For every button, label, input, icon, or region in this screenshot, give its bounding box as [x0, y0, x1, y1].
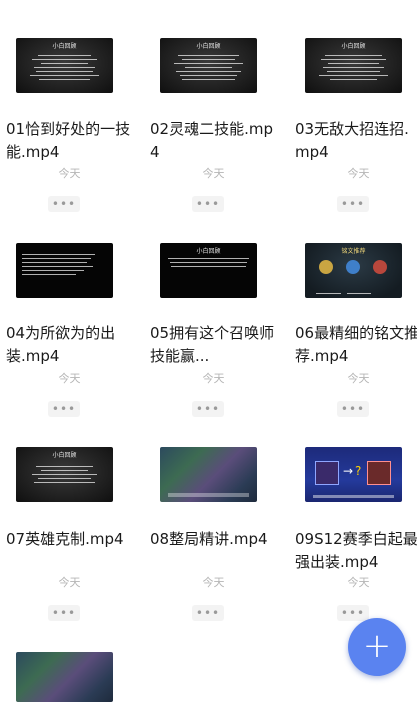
- file-tile[interactable]: 08整局精讲.mp4 今天 •••: [144, 0, 283, 625]
- video-thumbnail[interactable]: → ?: [305, 447, 402, 502]
- file-name: 08整局精讲.mp4: [150, 530, 268, 548]
- file-tile[interactable]: → ? 09S12赛季白起最强出装.mp4 今天 •••: [289, 0, 417, 625]
- file-grid: 小白回顾 01恰到好处的一技能.mp4 今天 ••• 小白回顾 02灵魂二技能.…: [0, 0, 417, 702]
- caption-bar: [168, 493, 249, 497]
- file-name: 09S12赛季白起最强出装.mp4: [295, 530, 417, 571]
- file-date: 今天: [202, 576, 225, 589]
- video-thumbnail[interactable]: [16, 652, 113, 702]
- plus-icon: +: [362, 626, 392, 666]
- more-options-button[interactable]: •••: [337, 605, 369, 621]
- arrow-icon: →: [343, 464, 354, 478]
- item-icon: [367, 461, 391, 485]
- caption-bar: [313, 495, 394, 498]
- item-icon: [315, 461, 339, 485]
- file-tile[interactable]: [0, 0, 139, 702]
- add-button[interactable]: +: [348, 618, 406, 676]
- file-date: 今天: [347, 576, 370, 589]
- more-options-button[interactable]: •••: [192, 605, 224, 621]
- question-icon: ?: [355, 464, 362, 478]
- video-thumbnail[interactable]: [160, 447, 257, 502]
